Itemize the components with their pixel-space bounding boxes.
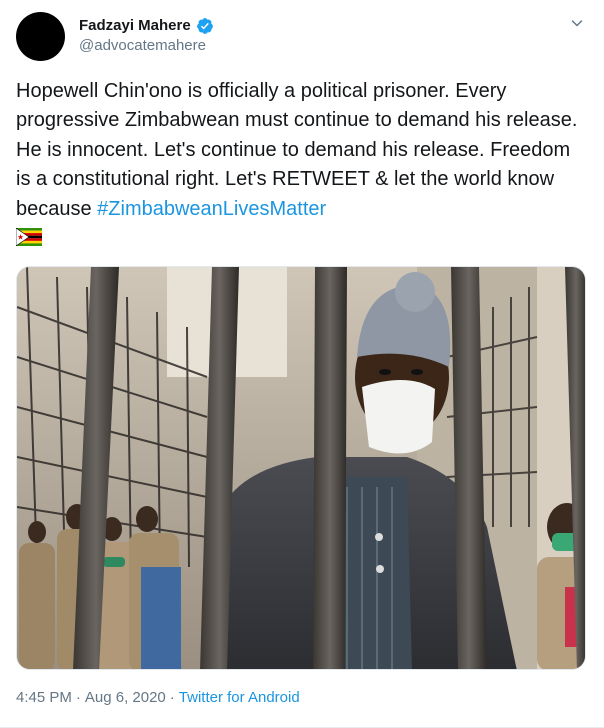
tweet-time[interactable]: 4:45 PM [16, 688, 72, 708]
tweet-header: Fadzayi Mahere @advocatemahere [16, 12, 588, 62]
tweet-meta: 4:45 PM · Aug 6, 2020 · Twitter for Andr… [16, 688, 300, 708]
hashtag-link[interactable]: #ZimbabweanLivesMatter [97, 198, 326, 220]
display-name[interactable]: Fadzayi Mahere [79, 16, 191, 36]
flag-zimbabwe-icon [15, 226, 42, 255]
meta-separator: · [169, 689, 175, 706]
tweet-source-link[interactable]: Twitter for Android [179, 688, 300, 708]
meta-separator: · [75, 689, 81, 706]
chevron-down-icon [570, 16, 584, 35]
author-names: Fadzayi Mahere @advocatemahere [79, 16, 214, 56]
tweet-text: Hopewell Chin'ono is officially a politi… [15, 77, 582, 255]
verified-badge-icon [196, 17, 214, 35]
photo-jail-scene [17, 267, 585, 669]
tweet-date[interactable]: Aug 6, 2020 [85, 688, 166, 708]
avatar[interactable] [16, 12, 65, 61]
handle[interactable]: @advocatemahere [79, 36, 214, 56]
tweet-card: Fadzayi Mahere @advocatemahere Hopewell … [0, 0, 604, 728]
display-name-row: Fadzayi Mahere [79, 16, 214, 36]
more-options-button[interactable] [566, 14, 588, 36]
tweet-photo[interactable] [16, 266, 586, 670]
